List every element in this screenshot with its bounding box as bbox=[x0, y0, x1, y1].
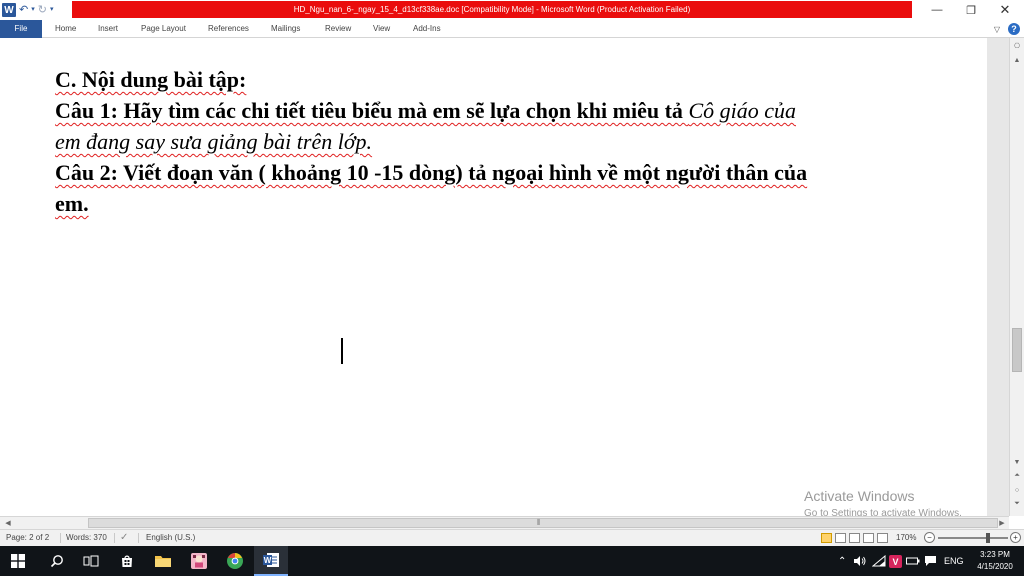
tab-view[interactable]: View bbox=[373, 20, 390, 38]
draft-view-icon[interactable] bbox=[877, 533, 888, 543]
word-logo-icon[interactable]: W bbox=[2, 3, 16, 17]
scroll-right-icon[interactable]: ▶ bbox=[996, 517, 1008, 529]
customize-toolbar-icon[interactable]: ▾ bbox=[50, 0, 54, 20]
undo-icon[interactable]: ↶ bbox=[19, 0, 28, 20]
notification-message-icon[interactable] bbox=[924, 546, 937, 576]
proofing-icon[interactable]: ✓ bbox=[120, 530, 128, 546]
tab-page-layout[interactable]: Page Layout bbox=[141, 20, 186, 38]
title-bar: W ↶ ▾ ↻ ▾ HD_Ngu_nan_6-_ngay_15_4_d13cf3… bbox=[0, 0, 1024, 20]
full-screen-reading-icon[interactable] bbox=[835, 533, 846, 543]
previous-page-icon[interactable]: ⏶ bbox=[1010, 470, 1024, 482]
wifi-icon[interactable] bbox=[872, 546, 886, 576]
doc-line-heading: C. Nội dung bài tập: bbox=[55, 64, 925, 95]
window-title: HD_Ngu_nan_6-_ngay_15_4_d13cf338ae.doc [… bbox=[72, 1, 912, 18]
text-cursor bbox=[341, 338, 343, 364]
tab-references[interactable]: References bbox=[208, 20, 249, 38]
doc-line-question-1: Câu 1: Hãy tìm các chi tiết tiêu biểu mà… bbox=[55, 95, 925, 126]
doc-line-question-2: Câu 2: Viết đoạn văn ( khoảng 10 -15 dòn… bbox=[55, 157, 925, 188]
doc-question-2-cont-text: em. bbox=[55, 191, 89, 216]
doc-question-1-cont-text: em đang say sưa giảng bài trên lớp. bbox=[55, 129, 373, 154]
photo-app-icon[interactable] bbox=[182, 546, 216, 576]
volume-icon[interactable] bbox=[853, 546, 867, 576]
status-bar: Page: 2 of 2 Words: 370 ✓ English (U.S.)… bbox=[0, 529, 1024, 546]
windows-start-icon[interactable] bbox=[0, 546, 36, 576]
search-icon[interactable] bbox=[40, 546, 74, 576]
minimize-button[interactable]: — bbox=[920, 0, 954, 20]
input-language[interactable]: ENG bbox=[944, 546, 964, 576]
zoom-in-button[interactable]: + bbox=[1010, 532, 1021, 543]
web-layout-icon[interactable] bbox=[849, 533, 860, 543]
ribbon-right-controls: ▽ ? bbox=[994, 20, 1020, 38]
scroll-up-icon[interactable]: ▲ bbox=[1010, 54, 1024, 66]
scroll-grip-icon: ⦀ bbox=[537, 518, 541, 527]
show-hidden-icons[interactable]: ⌃ bbox=[838, 546, 846, 576]
zoom-slider-track[interactable] bbox=[938, 537, 1008, 539]
chrome-icon[interactable] bbox=[218, 546, 252, 576]
tab-review[interactable]: Review bbox=[325, 20, 351, 38]
doc-line-question-1-cont: em đang say sưa giảng bài trên lớp. bbox=[55, 126, 925, 157]
ribbon-tabs: File Home Insert Page Layout References … bbox=[0, 20, 1024, 38]
ruler-toggle-icon[interactable]: ⎔ bbox=[1010, 40, 1024, 52]
next-page-icon[interactable]: ⏷ bbox=[1010, 498, 1024, 510]
document-body[interactable]: C. Nội dung bài tập: Câu 1: Hãy tìm các … bbox=[55, 64, 925, 219]
tab-home[interactable]: Home bbox=[55, 20, 76, 38]
status-divider bbox=[60, 533, 61, 543]
scroll-left-icon[interactable]: ◀ bbox=[2, 517, 14, 529]
restore-button[interactable]: ❐ bbox=[954, 0, 988, 20]
svg-text:W: W bbox=[264, 556, 272, 565]
svg-text:V: V bbox=[892, 557, 898, 567]
task-view-icon[interactable] bbox=[74, 546, 108, 576]
word-count[interactable]: Words: 370 bbox=[66, 530, 107, 546]
vertical-scrollbar[interactable]: ⎔ ▲ ▼ ⏶ ○ ⏷ bbox=[1009, 38, 1024, 516]
close-button[interactable]: ✕ bbox=[988, 0, 1022, 20]
horizontal-scrollbar[interactable]: ◀ ⦀ ▶ bbox=[0, 516, 1009, 529]
document-page[interactable]: C. Nội dung bài tập: Câu 1: Hãy tìm các … bbox=[0, 38, 987, 519]
taskbar-clock[interactable]: 3:23 PM 4/15/2020 bbox=[970, 549, 1020, 573]
tab-add-ins[interactable]: Add-Ins bbox=[413, 20, 441, 38]
status-divider bbox=[114, 533, 115, 543]
print-layout-view-icon[interactable] bbox=[821, 533, 832, 543]
tab-file[interactable]: File bbox=[0, 20, 42, 38]
help-icon[interactable]: ? bbox=[1008, 23, 1020, 35]
battery-icon[interactable] bbox=[906, 546, 920, 576]
doc-question-1-italic: Cô giáo của bbox=[688, 98, 796, 123]
clock-time: 3:23 PM bbox=[980, 550, 1010, 559]
scroll-down-icon[interactable]: ▼ bbox=[1010, 456, 1024, 468]
language-indicator[interactable]: English (U.S.) bbox=[146, 530, 195, 546]
redo-icon[interactable]: ↻ bbox=[38, 0, 47, 20]
activate-windows-watermark: Activate Windows Go to Settings to activ… bbox=[804, 488, 962, 519]
word-window: W ↶ ▾ ↻ ▾ HD_Ngu_nan_6-_ngay_15_4_d13cf3… bbox=[0, 0, 1024, 576]
zoom-out-button[interactable]: − bbox=[924, 532, 935, 543]
status-divider bbox=[138, 533, 139, 543]
windows-taskbar: W ⌃ V ENG 3:23 PM 4/15/2020 bbox=[0, 546, 1024, 576]
file-explorer-icon[interactable] bbox=[146, 546, 180, 576]
outline-view-icon[interactable] bbox=[863, 533, 874, 543]
doc-heading-text: C. Nội dung bài tập: bbox=[55, 67, 247, 92]
store-icon[interactable] bbox=[110, 546, 144, 576]
page-count[interactable]: Page: 2 of 2 bbox=[6, 530, 49, 546]
tab-mailings[interactable]: Mailings bbox=[271, 20, 300, 38]
doc-line-question-2-cont: em. bbox=[55, 188, 925, 219]
document-area: C. Nội dung bài tập: Câu 1: Hãy tìm các … bbox=[0, 38, 1024, 519]
doc-question-2-text: Câu 2: Viết đoạn văn ( khoảng 10 -15 dòn… bbox=[55, 160, 808, 185]
vertical-scroll-thumb[interactable] bbox=[1012, 328, 1022, 372]
browse-object-icon[interactable]: ○ bbox=[1010, 484, 1024, 496]
doc-question-1-text: Câu 1: Hãy tìm các chi tiết tiêu biểu mà… bbox=[55, 98, 689, 123]
undo-dropdown-icon[interactable]: ▾ bbox=[31, 0, 35, 20]
clock-date: 4/15/2020 bbox=[977, 562, 1013, 571]
zoom-level[interactable]: 170% bbox=[896, 530, 916, 546]
word-taskbar-icon[interactable]: W bbox=[254, 546, 288, 576]
quick-access-toolbar: W ↶ ▾ ↻ ▾ bbox=[0, 0, 53, 20]
zoom-slider-thumb[interactable] bbox=[986, 533, 990, 543]
tab-insert[interactable]: Insert bbox=[98, 20, 118, 38]
vpn-app-icon[interactable]: V bbox=[889, 546, 902, 576]
expand-ribbon-icon[interactable]: ▽ bbox=[994, 25, 1000, 34]
horizontal-scroll-thumb[interactable]: ⦀ bbox=[88, 518, 998, 528]
watermark-title: Activate Windows bbox=[804, 488, 915, 504]
